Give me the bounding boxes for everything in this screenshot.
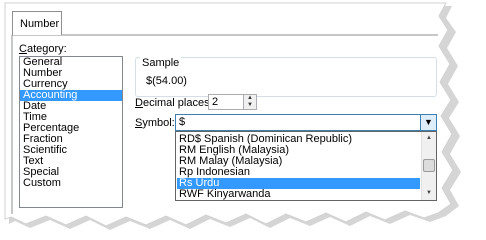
category-label: Category: [19, 43, 67, 55]
chevron-down-icon: ▼ [424, 117, 433, 127]
scroll-thumb[interactable] [423, 159, 435, 172]
sample-group: Sample $(54.00) [135, 57, 437, 97]
symbol-label: Symbol: [135, 117, 175, 129]
category-item-custom[interactable]: Custom [20, 178, 122, 189]
symbol-dropdown-button[interactable]: ▼ [420, 115, 436, 130]
sample-value: $(54.00) [146, 75, 187, 87]
decimal-places-label: Decimal places: [135, 97, 213, 109]
symbol-dropdown-list[interactable]: RD$ Spanish (Dominican Republic) RM Engl… [175, 131, 437, 201]
category-label-rest: ategory: [26, 43, 67, 55]
symbol-combobox[interactable]: $ ▼ [175, 114, 437, 131]
sample-title: Sample [140, 57, 182, 69]
decimal-places-label-mnemonic: D [135, 97, 143, 109]
format-cells-dialog: Number Category: General Number Currency… [0, 0, 486, 240]
decimal-places-label-rest: ecimal places: [142, 97, 213, 109]
scroll-up-icon[interactable]: ▲ [422, 132, 436, 145]
tab-number-label: Number [20, 18, 60, 30]
symbol-value[interactable]: $ [179, 116, 185, 128]
decimal-places-value[interactable]: 2 [212, 96, 218, 108]
tab-number[interactable]: Number [12, 11, 62, 35]
symbol-option-rwf[interactable]: RWF Kinyarwanda [177, 189, 420, 200]
dropdown-scrollbar[interactable]: ▲ ▼ [421, 132, 436, 200]
decimal-places-spinner[interactable]: 2 ▲ ▼ [208, 94, 257, 110]
category-list[interactable]: General Number Currency Accounting Date … [19, 56, 123, 208]
symbol-label-rest: ymbol: [142, 117, 175, 129]
category-label-mnemonic: C [19, 43, 27, 55]
scroll-down-icon[interactable]: ▼ [422, 187, 436, 200]
spin-down-button[interactable]: ▼ [243, 102, 256, 109]
spin-up-button[interactable]: ▲ [243, 95, 256, 102]
